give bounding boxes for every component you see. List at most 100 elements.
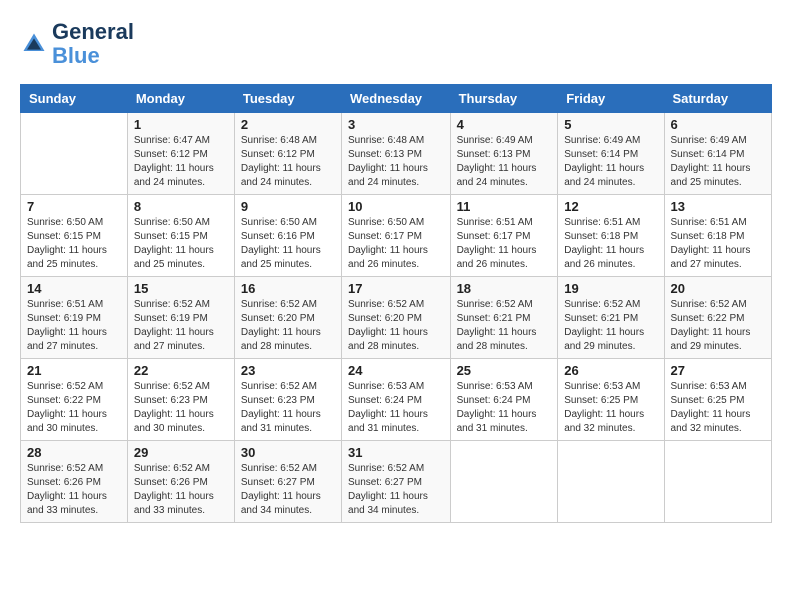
weekday-header-thursday: Thursday [450,85,558,113]
calendar-cell: 6Sunrise: 6:49 AM Sunset: 6:14 PM Daylig… [664,113,771,195]
weekday-header-friday: Friday [558,85,664,113]
calendar-cell: 29 Sunrise: 6:52 AM Sunset: 6:26 PM Dayli… [127,441,234,523]
day-info: Sunrise: 6:51 AM Sunset: 6:19 PM Dayligh… [27,298,121,354]
day-info: Sunrise: 6:51 AM Sunset: 6:17 PM Dayligh… [457,216,552,272]
calendar-cell: 1 Sunrise: 6:47 AM Sunset: 6:12 PM Daylig… [127,113,234,195]
day-info: Sunrise: 6:50 AM Sunset: 6:16 PM Dayligh… [241,216,335,272]
day-number: 6 [671,117,765,132]
day-number: 31 [348,445,444,460]
logo-icon [20,30,48,58]
day-info: Sunrise: 6:52 AM Sunset: 6:23 PM Dayligh… [134,380,228,436]
calendar-cell: 12Sunrise: 6:51 AM Sunset: 6:18 PM Dayli… [558,195,664,277]
day-number: 13 [671,199,765,214]
calendar-cell: 11 Sunrise: 6:51 AM Sunset: 6:17 PM Dayli… [450,195,558,277]
weekday-header-saturday: Saturday [664,85,771,113]
day-info: Sunrise: 6:52 AM Sunset: 6:26 PM Dayligh… [27,462,121,518]
day-info: Sunrise: 6:52 AM Sunset: 6:27 PM Dayligh… [348,462,444,518]
day-info: Sunrise: 6:49 AM Sunset: 6:14 PM Dayligh… [564,134,657,190]
day-info: Sunrise: 6:52 AM Sunset: 6:26 PM Dayligh… [134,462,228,518]
day-number: 9 [241,199,335,214]
calendar-week-1: 7 Sunrise: 6:50 AM Sunset: 6:15 PM Daylig… [21,195,772,277]
day-number: 19 [564,281,657,296]
day-number: 7 [27,199,121,214]
day-number: 2 [241,117,335,132]
calendar-cell: 20 Sunrise: 6:52 AM Sunset: 6:22 PM Dayli… [664,277,771,359]
day-info: Sunrise: 6:49 AM Sunset: 6:13 PM Dayligh… [457,134,552,190]
day-number: 28 [27,445,121,460]
calendar-cell: 19 Sunrise: 6:52 AM Sunset: 6:21 PM Dayli… [558,277,664,359]
day-number: 12 [564,199,657,214]
day-info: Sunrise: 6:48 AM Sunset: 6:13 PM Dayligh… [348,134,444,190]
day-number: 10 [348,199,444,214]
calendar-week-2: 14 Sunrise: 6:51 AM Sunset: 6:19 PM Dayli… [21,277,772,359]
weekday-header-tuesday: Tuesday [234,85,341,113]
day-number: 5 [564,117,657,132]
day-number: 3 [348,117,444,132]
calendar-cell: 16 Sunrise: 6:52 AM Sunset: 6:20 PM Dayli… [234,277,341,359]
calendar-cell: 30 Sunrise: 6:52 AM Sunset: 6:27 PM Dayli… [234,441,341,523]
calendar-header: SundayMondayTuesdayWednesdayThursdayFrid… [21,85,772,113]
day-number: 21 [27,363,121,378]
day-info: Sunrise: 6:52 AM Sunset: 6:19 PM Dayligh… [134,298,228,354]
day-number: 15 [134,281,228,296]
calendar-cell: 10 Sunrise: 6:50 AM Sunset: 6:17 PM Dayli… [342,195,451,277]
day-number: 26 [564,363,657,378]
day-info: Sunrise: 6:50 AM Sunset: 6:15 PM Dayligh… [27,216,121,272]
calendar-cell: 8Sunrise: 6:50 AM Sunset: 6:15 PM Daylig… [127,195,234,277]
calendar-cell [21,113,128,195]
day-info: Sunrise: 6:52 AM Sunset: 6:22 PM Dayligh… [27,380,121,436]
weekday-header-sunday: Sunday [21,85,128,113]
day-number: 8 [134,199,228,214]
calendar-week-0: 1 Sunrise: 6:47 AM Sunset: 6:12 PM Daylig… [21,113,772,195]
calendar-table: SundayMondayTuesdayWednesdayThursdayFrid… [20,84,772,523]
day-number: 23 [241,363,335,378]
day-number: 11 [457,199,552,214]
day-info: Sunrise: 6:52 AM Sunset: 6:21 PM Dayligh… [457,298,552,354]
day-info: Sunrise: 6:52 AM Sunset: 6:20 PM Dayligh… [241,298,335,354]
calendar-cell: 27Sunrise: 6:53 AM Sunset: 6:25 PM Dayli… [664,359,771,441]
weekday-header-wednesday: Wednesday [342,85,451,113]
day-info: Sunrise: 6:53 AM Sunset: 6:24 PM Dayligh… [348,380,444,436]
calendar-cell: 4 Sunrise: 6:49 AM Sunset: 6:13 PM Daylig… [450,113,558,195]
calendar-week-4: 28 Sunrise: 6:52 AM Sunset: 6:26 PM Dayli… [21,441,772,523]
day-number: 18 [457,281,552,296]
calendar-cell: 22 Sunrise: 6:52 AM Sunset: 6:23 PM Dayli… [127,359,234,441]
calendar-cell: 14 Sunrise: 6:51 AM Sunset: 6:19 PM Dayli… [21,277,128,359]
calendar-cell [664,441,771,523]
day-info: Sunrise: 6:48 AM Sunset: 6:12 PM Dayligh… [241,134,335,190]
calendar-cell: 5 Sunrise: 6:49 AM Sunset: 6:14 PM Daylig… [558,113,664,195]
calendar-cell: 18 Sunrise: 6:52 AM Sunset: 6:21 PM Dayli… [450,277,558,359]
day-number: 16 [241,281,335,296]
day-number: 27 [671,363,765,378]
calendar-cell: 23Sunrise: 6:52 AM Sunset: 6:23 PM Dayli… [234,359,341,441]
day-number: 4 [457,117,552,132]
page-header: General Blue [20,20,772,68]
day-number: 29 [134,445,228,460]
calendar-cell: 17Sunrise: 6:52 AM Sunset: 6:20 PM Dayli… [342,277,451,359]
calendar-cell: 31 Sunrise: 6:52 AM Sunset: 6:27 PM Dayli… [342,441,451,523]
calendar-cell: 15 Sunrise: 6:52 AM Sunset: 6:19 PM Dayli… [127,277,234,359]
day-info: Sunrise: 6:52 AM Sunset: 6:21 PM Dayligh… [564,298,657,354]
calendar-cell [558,441,664,523]
day-number: 25 [457,363,552,378]
day-info: Sunrise: 6:53 AM Sunset: 6:25 PM Dayligh… [564,380,657,436]
day-number: 14 [27,281,121,296]
day-info: Sunrise: 6:47 AM Sunset: 6:12 PM Dayligh… [134,134,228,190]
day-info: Sunrise: 6:52 AM Sunset: 6:20 PM Dayligh… [348,298,444,354]
day-info: Sunrise: 6:53 AM Sunset: 6:24 PM Dayligh… [457,380,552,436]
day-number: 22 [134,363,228,378]
logo: General Blue [20,20,134,68]
day-number: 1 [134,117,228,132]
logo-text: General Blue [52,20,134,68]
day-number: 20 [671,281,765,296]
day-info: Sunrise: 6:50 AM Sunset: 6:17 PM Dayligh… [348,216,444,272]
weekday-header-monday: Monday [127,85,234,113]
calendar-cell: 9 Sunrise: 6:50 AM Sunset: 6:16 PM Daylig… [234,195,341,277]
calendar-cell: 28 Sunrise: 6:52 AM Sunset: 6:26 PM Dayli… [21,441,128,523]
day-info: Sunrise: 6:52 AM Sunset: 6:22 PM Dayligh… [671,298,765,354]
calendar-cell: 7 Sunrise: 6:50 AM Sunset: 6:15 PM Daylig… [21,195,128,277]
calendar-cell [450,441,558,523]
day-info: Sunrise: 6:52 AM Sunset: 6:27 PM Dayligh… [241,462,335,518]
day-number: 30 [241,445,335,460]
calendar-cell: 13Sunrise: 6:51 AM Sunset: 6:18 PM Dayli… [664,195,771,277]
